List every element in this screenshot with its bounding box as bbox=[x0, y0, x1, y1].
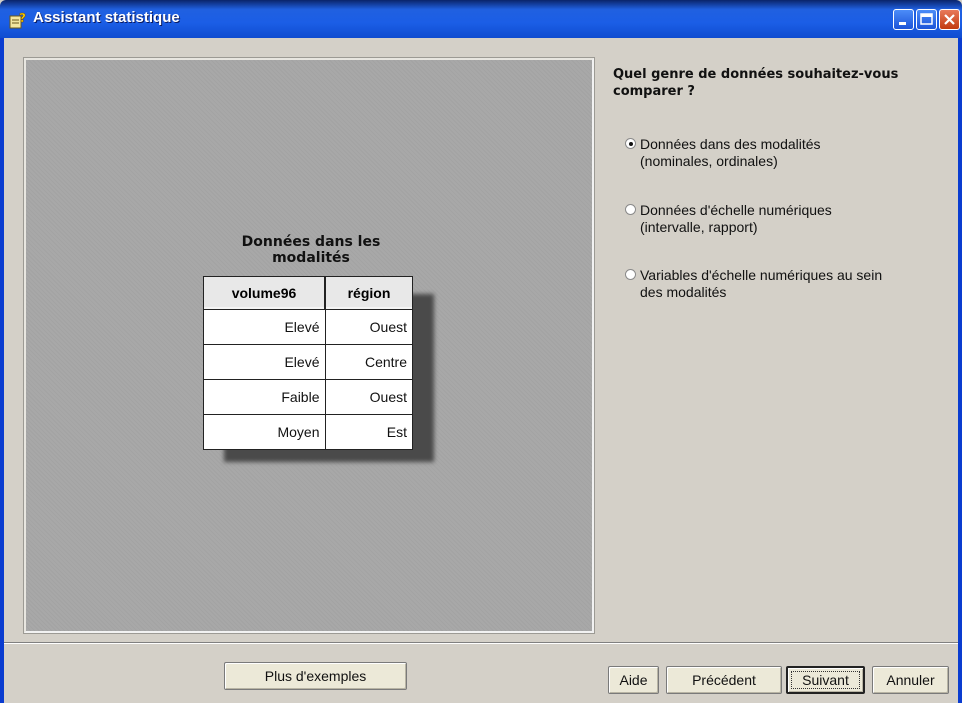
table-header-row: volume96 région bbox=[203, 276, 413, 310]
close-button[interactable] bbox=[939, 9, 960, 30]
svg-text:?: ? bbox=[19, 11, 26, 25]
radio-label-line2: (nominales, ordinales) bbox=[640, 153, 778, 169]
radio-label-line1: Données d'échelle numériques bbox=[640, 202, 832, 218]
table-row: Faible Ouest bbox=[203, 379, 413, 415]
help-button[interactable]: Aide bbox=[608, 666, 659, 694]
footer-separator bbox=[4, 642, 958, 644]
example-data-table: volume96 région Elevé Ouest Elevé Centre… bbox=[203, 276, 413, 450]
radio-button[interactable] bbox=[625, 269, 636, 280]
title-bar[interactable]: ? Assistant statistique bbox=[0, 0, 962, 38]
table-cell: Est bbox=[324, 414, 413, 450]
radio-selected-dot bbox=[629, 142, 633, 146]
previous-button[interactable]: Précédent bbox=[666, 666, 782, 694]
question-text: Quel genre de données souhaitez-vous com… bbox=[613, 66, 943, 100]
radio-button[interactable] bbox=[625, 204, 636, 215]
question-line1: Quel genre de données souhaitez-vous bbox=[613, 67, 899, 82]
example-preview-panel: Données dans les modalités volume96 régi… bbox=[23, 57, 595, 634]
cancel-button[interactable]: Annuler bbox=[872, 666, 949, 694]
radio-label[interactable]: Données dans des modalités (nominales, o… bbox=[640, 136, 945, 170]
window-frame-right bbox=[958, 38, 962, 703]
column-header: région bbox=[324, 276, 413, 310]
table-cell: Elevé bbox=[203, 344, 326, 380]
preview-title-line2: modalités bbox=[272, 250, 350, 266]
maximize-button[interactable] bbox=[916, 9, 937, 30]
radio-label[interactable]: Données d'échelle numériques (intervalle… bbox=[640, 202, 945, 236]
preview-title-line1: Données dans les bbox=[241, 234, 381, 250]
wizard-app-icon: ? bbox=[9, 11, 26, 29]
next-button-label: Suivant bbox=[802, 672, 849, 688]
table-row: Elevé Centre bbox=[203, 344, 413, 380]
column-header: volume96 bbox=[203, 276, 326, 310]
minimize-icon bbox=[899, 22, 906, 25]
window-title: Assistant statistique bbox=[33, 9, 180, 26]
table-row: Elevé Ouest bbox=[203, 309, 413, 345]
table-cell: Elevé bbox=[203, 309, 326, 345]
table-cell: Centre bbox=[324, 344, 413, 380]
table-cell: Faible bbox=[203, 379, 326, 415]
maximize-icon bbox=[920, 13, 933, 25]
radio-label-line2: (intervalle, rapport) bbox=[640, 219, 758, 235]
radio-label[interactable]: Variables d'échelle numériques au sein d… bbox=[640, 267, 945, 301]
radio-label-line2: des modalités bbox=[640, 284, 727, 300]
close-icon bbox=[944, 14, 955, 25]
radio-label-line1: Données dans des modalités bbox=[640, 136, 821, 152]
table-cell: Moyen bbox=[203, 414, 326, 450]
table-cell: Ouest bbox=[324, 379, 413, 415]
next-button[interactable]: Suivant bbox=[786, 666, 865, 694]
window-frame-left bbox=[0, 38, 4, 703]
preview-title: Données dans les modalités bbox=[206, 234, 416, 266]
minimize-button[interactable] bbox=[893, 9, 914, 30]
table-row: Moyen Est bbox=[203, 414, 413, 450]
more-examples-button[interactable]: Plus d'exemples bbox=[224, 662, 407, 690]
statistics-assistant-window: ? Assistant statistique Données dans les… bbox=[0, 0, 962, 703]
table-cell: Ouest bbox=[324, 309, 413, 345]
radio-button[interactable] bbox=[625, 138, 636, 149]
question-line2: comparer ? bbox=[613, 84, 695, 99]
radio-label-line1: Variables d'échelle numériques au sein bbox=[640, 267, 883, 283]
